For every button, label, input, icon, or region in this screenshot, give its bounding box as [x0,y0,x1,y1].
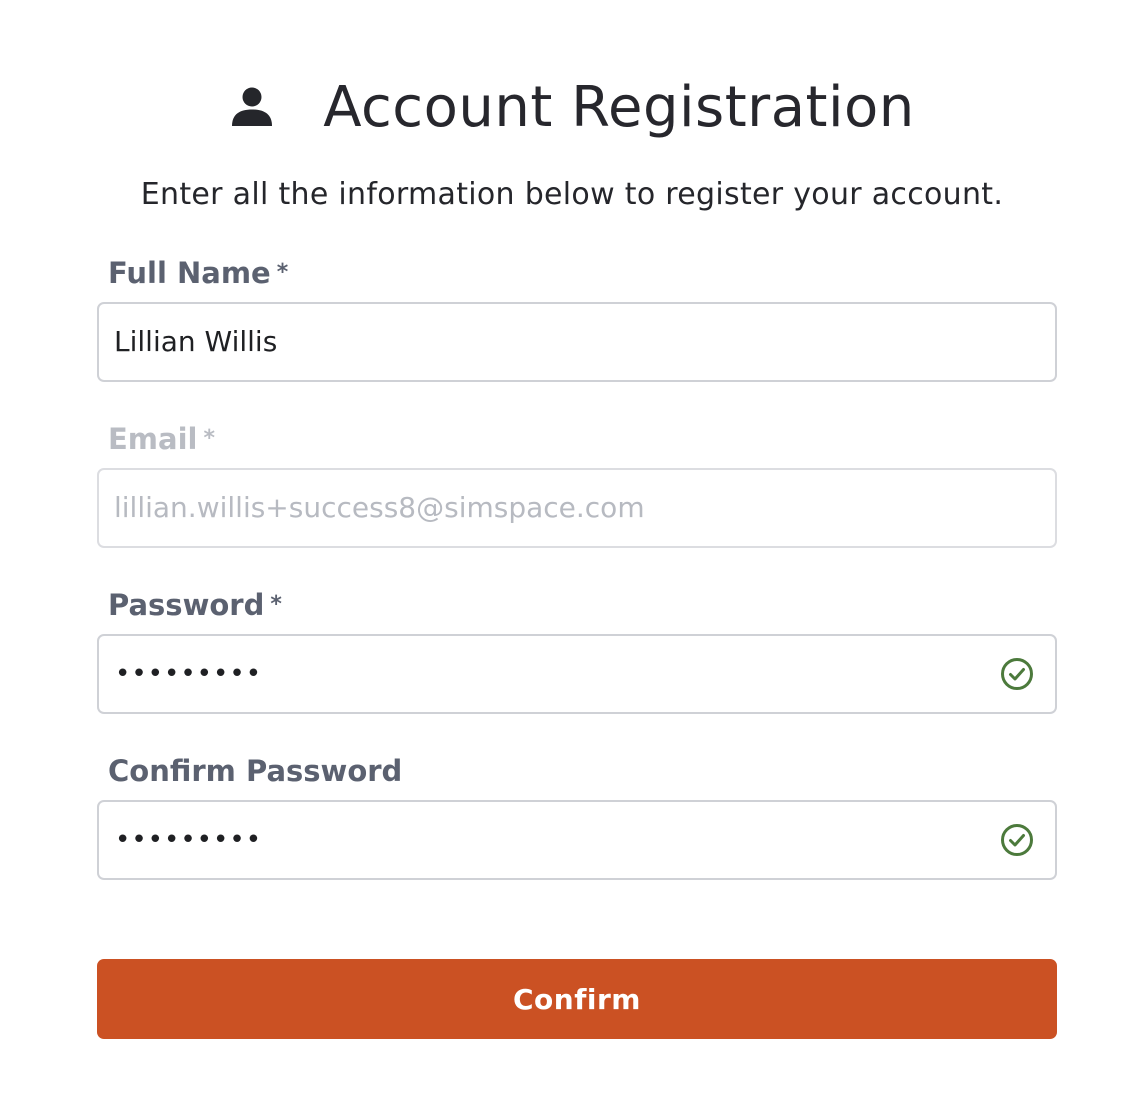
full-name-label: Full Name * [108,256,288,290]
confirm-password-input[interactable]: ••••••••• [97,800,1057,880]
password-label: Password * [108,588,282,622]
password-input[interactable]: ••••••••• [97,634,1057,714]
full-name-input[interactable]: Lillian Willis [97,302,1057,382]
required-marker: * [203,426,215,451]
page-subtitle: Enter all the information below to regis… [140,177,1004,212]
required-marker: * [276,260,289,285]
page-header: Account Registration [0,72,1144,142]
page-title: Account Registration [323,74,915,140]
email-label: Email * [108,422,215,456]
user-icon [229,84,275,130]
password-label-text: Password [108,588,265,622]
check-circle-icon [1000,823,1034,857]
confirm-password-label: Confirm Password [108,754,402,788]
confirm-button[interactable]: Confirm [97,959,1057,1039]
required-marker: * [270,592,282,617]
email-input: lillian.willis+success8@simspace.com [97,468,1057,548]
email-label-text: Email [108,422,198,456]
full-name-label-text: Full Name [108,256,271,290]
check-circle-icon [1000,657,1034,691]
confirm-password-masked-value: ••••••••• [115,825,263,855]
email-value: lillian.willis+success8@simspace.com [114,491,645,524]
confirm-password-label-text: Confirm Password [108,754,403,788]
password-masked-value: ••••••••• [115,659,263,689]
full-name-value: Lillian Willis [114,325,278,358]
